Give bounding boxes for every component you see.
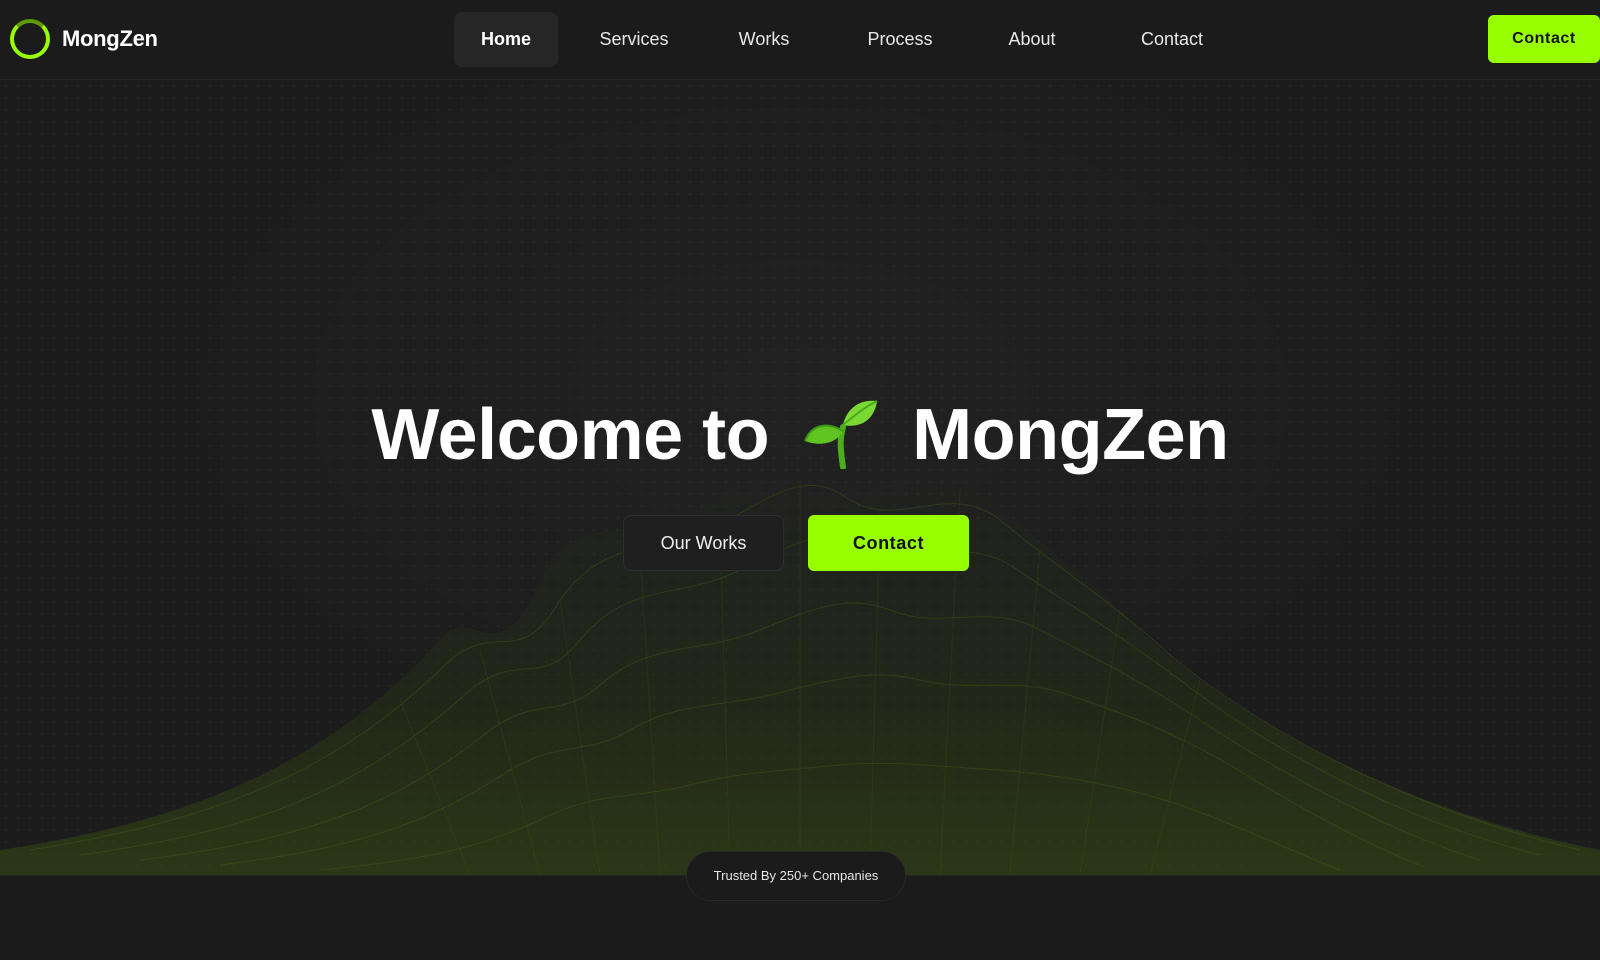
ring-logo-icon	[10, 19, 50, 59]
nav-item-works[interactable]: Works	[718, 12, 810, 67]
nav-item-services[interactable]: Services	[578, 12, 690, 67]
brand-name: MongZen	[62, 26, 158, 51]
nav-item-process[interactable]: Process	[838, 12, 962, 67]
nav-contact-button[interactable]: Contact	[1488, 15, 1600, 63]
hero-title: Welcome to MongZen	[0, 387, 1600, 483]
nav-item-home[interactable]: Home	[454, 12, 558, 67]
our-works-button[interactable]: Our Works	[623, 515, 784, 571]
nav-item-about[interactable]: About	[982, 12, 1082, 67]
top-navigation: MongZen Home Services Works Process Abou…	[0, 0, 1600, 80]
seedling-icon	[803, 400, 878, 469]
hero-section: Welcome to MongZen Our Works Contact	[0, 80, 1600, 875]
trusted-badge: Trusted By 250+ Companies	[686, 851, 906, 901]
hero-title-prefix: Welcome to	[371, 395, 770, 475]
hero-contact-button[interactable]: Contact	[808, 515, 969, 571]
brand-logo[interactable]: MongZen	[10, 19, 158, 59]
nav-item-contact[interactable]: Contact	[1112, 12, 1232, 67]
hero-title-brand: MongZen	[912, 395, 1229, 475]
landing-page: MongZen Home Services Works Process Abou…	[0, 0, 1600, 960]
